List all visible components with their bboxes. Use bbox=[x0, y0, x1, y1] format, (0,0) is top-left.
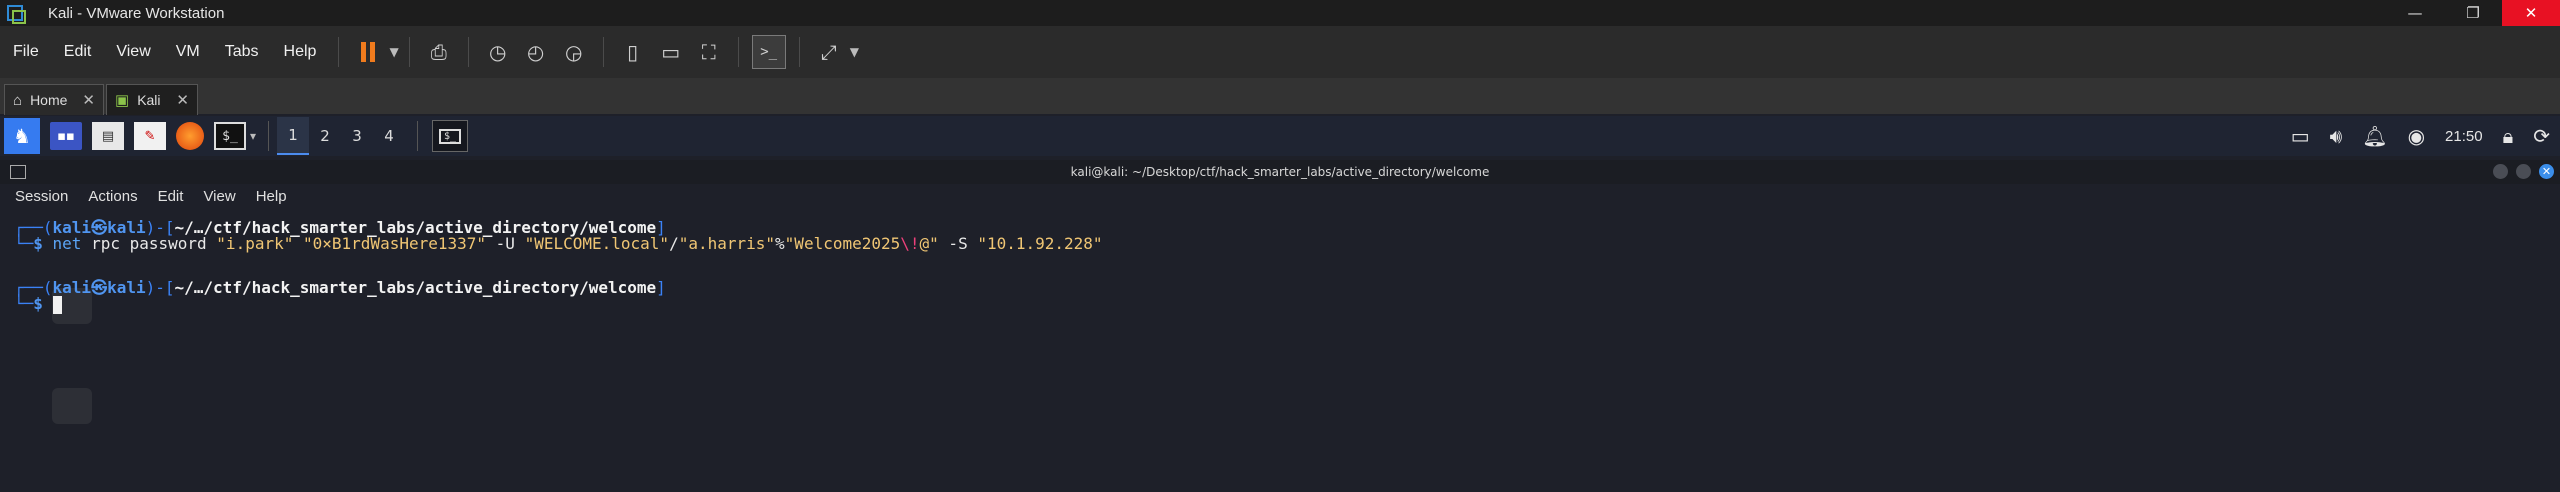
menu-edit[interactable]: Edit bbox=[64, 43, 92, 61]
thumbnail-bar-button[interactable]: ▭ bbox=[655, 36, 687, 68]
file-manager-icon[interactable]: ▤ bbox=[92, 122, 124, 150]
minimize-button[interactable]: — bbox=[2386, 0, 2444, 26]
trash-icon-ghost bbox=[52, 388, 92, 424]
terminal-close-button[interactable]: ✕ bbox=[2539, 164, 2554, 179]
terminal-window-icon bbox=[10, 165, 26, 179]
terminal-window-controls: ✕ bbox=[2493, 164, 2554, 179]
workspace-3[interactable]: 3 bbox=[341, 118, 373, 154]
tab-home[interactable]: ⌂ Home ✕ bbox=[4, 84, 104, 115]
menu-view[interactable]: View bbox=[116, 43, 150, 61]
console-icon: >_ bbox=[760, 44, 778, 60]
vmware-titlebar: Kali - VMware Workstation — ❐ ✕ bbox=[0, 0, 2560, 26]
workspace-1[interactable]: 1 bbox=[277, 117, 310, 155]
maximize-button[interactable]: ❐ bbox=[2444, 0, 2502, 26]
terminal-menubar: Session Actions Edit View Help bbox=[0, 184, 2560, 208]
show-library-button[interactable]: ▯ bbox=[617, 36, 649, 68]
notifications-icon[interactable]: 🔔︎ bbox=[2362, 124, 2387, 148]
terminal-launcher-icon[interactable]: $_ bbox=[214, 122, 246, 150]
send-ctrl-alt-del-button[interactable]: ⎙ bbox=[423, 36, 455, 68]
input-line[interactable]: └─$ bbox=[14, 294, 62, 314]
panel-separator bbox=[268, 121, 270, 151]
snapshot-manager-icon: ◶ bbox=[564, 40, 583, 64]
menubar: File Edit View VM Tabs Help ▼ ⎙ ◷ ◴ ◶ ▯ … bbox=[0, 26, 2560, 78]
revert-snapshot-icon: ◴ bbox=[526, 40, 545, 64]
fullscreen-icon: ⛶ bbox=[701, 40, 716, 64]
pause-button[interactable] bbox=[352, 36, 384, 68]
terminal-menu-edit[interactable]: Edit bbox=[158, 188, 184, 205]
toolbar-separator bbox=[737, 37, 739, 67]
logout-icon[interactable]: ⟳ bbox=[2533, 124, 2550, 148]
menu-file[interactable]: File bbox=[13, 43, 39, 61]
vmware-logo-icon bbox=[6, 4, 26, 24]
firefox-icon[interactable] bbox=[176, 122, 204, 150]
kali-dragon-icon: ♞ bbox=[13, 124, 31, 148]
kali-menu-button[interactable]: ♞ bbox=[4, 118, 40, 154]
toolbar-separator bbox=[602, 37, 604, 67]
toolbar-separator bbox=[798, 37, 800, 67]
window-controls: — ❐ ✕ bbox=[2386, 0, 2560, 26]
workspace-4[interactable]: 4 bbox=[373, 118, 405, 154]
prompt-line: ┌──(kali㉿kali)-[~/…/ctf/hack_smarter_lab… bbox=[14, 218, 666, 237]
stretch-guest-button[interactable]: ⤢ bbox=[813, 36, 845, 68]
terminal-icon: $_ bbox=[439, 128, 462, 144]
close-button[interactable]: ✕ bbox=[2502, 0, 2560, 26]
kali-panel: ♞ ▪▪ ▤ ✎ $_ ▾ 1 2 3 4 $_ ▭ 🔊︎ 🔔︎ ◉ 21:50… bbox=[0, 116, 2560, 156]
terminal-output[interactable]: ┌──(kali㉿kali)-[~/…/ctf/hack_smarter_lab… bbox=[0, 208, 2560, 492]
stretch-icon: ⤢ bbox=[820, 40, 837, 64]
tab-home-label: Home bbox=[30, 92, 68, 108]
menu-help[interactable]: Help bbox=[284, 43, 317, 61]
menu-tabs[interactable]: Tabs bbox=[225, 43, 259, 61]
terminal-menu-help[interactable]: Help bbox=[256, 188, 287, 205]
library-icon: ▯ bbox=[627, 40, 639, 64]
terminal-menu-actions[interactable]: Actions bbox=[88, 188, 137, 205]
toolbar-separator bbox=[467, 37, 469, 67]
vm-tab-strip: ⌂ Home ✕ ▣ Kali ✕ bbox=[0, 78, 2560, 115]
lock-icon[interactable]: 🔒︎ bbox=[2503, 124, 2514, 148]
terminal-menu-view[interactable]: View bbox=[203, 188, 235, 205]
toolbar-separator bbox=[408, 37, 410, 67]
terminal-menu-session[interactable]: Session bbox=[15, 188, 68, 205]
clock[interactable]: 21:50 bbox=[2445, 128, 2483, 145]
snapshot-icon: ◷ bbox=[488, 40, 507, 64]
console-view-button[interactable]: >_ bbox=[751, 35, 786, 69]
pause-dropdown-icon[interactable]: ▼ bbox=[389, 45, 398, 59]
terminal-maximize-button[interactable] bbox=[2516, 164, 2531, 179]
workspace-2[interactable]: 2 bbox=[309, 118, 341, 154]
tab-kali-close-icon[interactable]: ✕ bbox=[176, 91, 189, 109]
tab-home-close-icon[interactable]: ✕ bbox=[82, 91, 95, 109]
tab-kali-label: Kali bbox=[137, 92, 161, 108]
display-icon[interactable]: ▭ bbox=[2291, 124, 2310, 148]
terminal-minimize-button[interactable] bbox=[2493, 164, 2508, 179]
menu-vm[interactable]: VM bbox=[176, 43, 200, 61]
panel-separator bbox=[417, 121, 419, 151]
stretch-dropdown-icon[interactable]: ▼ bbox=[850, 45, 859, 59]
text-cursor bbox=[52, 295, 62, 314]
pause-icon bbox=[361, 42, 376, 62]
command-line: └─$ net rpc password "i.park" "0×B1rdWas… bbox=[14, 234, 1103, 253]
system-tray: ▭ 🔊︎ 🔔︎ ◉ 21:50 🔒︎ ⟳ bbox=[2281, 116, 2560, 156]
terminal-title: kali@kali: ~/Desktop/ctf/hack_smarter_la… bbox=[1070, 165, 1490, 179]
window-title: Kali - VMware Workstation bbox=[48, 4, 225, 22]
terminal-launcher-dropdown-icon[interactable]: ▾ bbox=[250, 129, 256, 143]
home-icon: ⌂ bbox=[13, 91, 23, 109]
vm-icon: ▣ bbox=[115, 92, 130, 109]
snapshot-button[interactable]: ◷ bbox=[482, 36, 514, 68]
full-screen-button[interactable]: ⛶ bbox=[693, 36, 725, 68]
devices-icon: ⎙ bbox=[430, 40, 447, 64]
toolbar-separator bbox=[338, 37, 340, 67]
revert-snapshot-button[interactable]: ◴ bbox=[520, 36, 552, 68]
prompt-line: ┌──(kali㉿kali)-[~/…/ctf/hack_smarter_lab… bbox=[14, 278, 666, 297]
tab-kali[interactable]: ▣ Kali ✕ bbox=[106, 84, 198, 115]
snapshot-manager-button[interactable]: ◶ bbox=[558, 36, 590, 68]
power-manager-icon[interactable]: ◉ bbox=[2408, 124, 2425, 148]
terminal-titlebar: kali@kali: ~/Desktop/ctf/hack_smarter_la… bbox=[0, 160, 2560, 184]
text-editor-icon[interactable]: ✎ bbox=[134, 122, 166, 150]
volume-icon[interactable]: 🔊︎ bbox=[2330, 124, 2343, 148]
thumbnail-icon: ▭ bbox=[661, 40, 681, 64]
show-desktop-icon[interactable]: ▪▪ bbox=[50, 122, 82, 150]
taskbar-terminal-window[interactable]: $_ bbox=[432, 120, 469, 152]
